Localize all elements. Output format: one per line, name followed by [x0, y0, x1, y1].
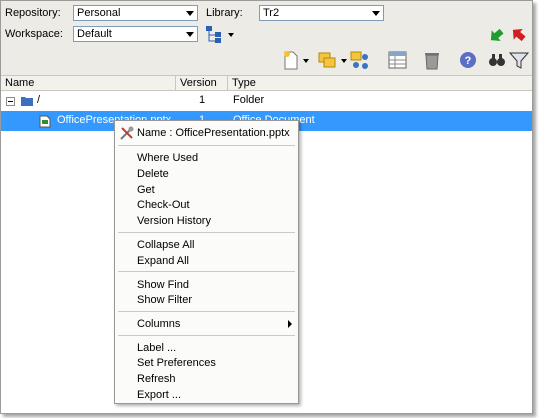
share-button[interactable] — [349, 49, 371, 71]
copy-icon — [318, 52, 336, 68]
workspace-label: Workspace: — [5, 28, 63, 40]
document-new-icon — [284, 51, 298, 70]
checkin-button[interactable] — [486, 23, 508, 45]
document-icon — [39, 115, 51, 128]
chevron-down-icon — [186, 32, 194, 37]
menu-item-label[interactable]: Label ... — [137, 342, 176, 354]
delete-button[interactable] — [421, 49, 443, 71]
tools-icon — [120, 126, 134, 140]
svg-text:?: ? — [465, 55, 472, 67]
column-type[interactable]: Type — [228, 76, 532, 91]
menu-item-check-out[interactable]: Check-Out — [137, 199, 190, 211]
table-button[interactable] — [387, 49, 409, 71]
library-value: Tr2 — [263, 7, 280, 19]
chevron-down-icon — [372, 11, 380, 16]
column-name[interactable]: Name — [1, 76, 176, 91]
app-window: Repository: Personal Library: Tr2 Worksp… — [0, 0, 533, 414]
checkout-button[interactable] — [508, 23, 530, 45]
row-name: / — [37, 94, 41, 106]
menu-separator — [118, 335, 295, 336]
trash-icon — [425, 53, 439, 70]
menu-item-get[interactable]: Get — [137, 184, 155, 196]
menu-item-version-history[interactable]: Version History — [137, 215, 211, 227]
workspace-value: Default — [77, 28, 112, 40]
checkout-icon — [512, 28, 526, 42]
menu-item-refresh[interactable]: Refresh — [137, 373, 176, 385]
collapse-toggle[interactable] — [6, 97, 15, 106]
row-type: Folder — [233, 94, 265, 106]
menu-separator — [118, 145, 295, 146]
menu-item-collapse-all[interactable]: Collapse All — [137, 239, 194, 251]
menu-item-export[interactable]: Export ... — [137, 389, 181, 401]
menu-separator — [118, 232, 295, 233]
library-label: Library: — [206, 7, 243, 19]
find-icon — [489, 54, 505, 66]
chevron-down-icon — [228, 33, 234, 37]
repository-select[interactable]: Personal — [73, 5, 198, 21]
table-icon — [388, 51, 407, 69]
chevron-down-icon — [341, 59, 347, 63]
chevron-right-icon — [288, 320, 292, 328]
filter-button[interactable] — [508, 49, 530, 71]
menu-item-show-filter[interactable]: Show Filter — [137, 294, 192, 306]
chevron-down-icon — [303, 59, 309, 63]
chevron-down-icon — [186, 11, 194, 16]
folder-icon — [21, 97, 33, 106]
table-row[interactable]: / 1 Folder — [1, 91, 532, 111]
copy-button[interactable] — [317, 49, 347, 71]
hierarchy-icon — [206, 26, 221, 43]
help-icon: ? — [460, 52, 476, 68]
context-menu: Name : OfficePresentation.pptx Where Use… — [114, 120, 299, 404]
menu-item-expand-all[interactable]: Expand All — [137, 255, 189, 267]
library-select[interactable]: Tr2 — [259, 5, 384, 21]
column-version[interactable]: Version — [176, 76, 228, 91]
row-version: 1 — [199, 94, 206, 106]
menu-item-set-preferences[interactable]: Set Preferences — [137, 357, 216, 369]
hierarchy-button[interactable] — [204, 25, 234, 43]
toolbar: Repository: Personal Library: Tr2 Worksp… — [1, 1, 532, 75]
help-button[interactable]: ? — [457, 49, 479, 71]
repository-label: Repository: — [5, 7, 61, 19]
find-button[interactable] — [486, 49, 508, 71]
menu-header-name: Name : OfficePresentation.pptx — [137, 127, 290, 139]
menu-item-columns[interactable]: Columns — [137, 318, 180, 330]
menu-separator — [118, 271, 295, 272]
workspace-select[interactable]: Default — [73, 26, 198, 42]
column-header: Name Version Type — [1, 75, 532, 91]
repository-value: Personal — [77, 7, 121, 19]
share-icon — [350, 51, 368, 69]
menu-separator — [118, 311, 295, 312]
new-document-button[interactable] — [281, 49, 311, 71]
checkin-icon — [490, 28, 504, 42]
menu-item-delete[interactable]: Delete — [137, 168, 169, 180]
menu-item-where-used[interactable]: Where Used — [137, 152, 198, 164]
menu-item-show-find[interactable]: Show Find — [137, 279, 189, 291]
filter-icon — [508, 52, 530, 69]
